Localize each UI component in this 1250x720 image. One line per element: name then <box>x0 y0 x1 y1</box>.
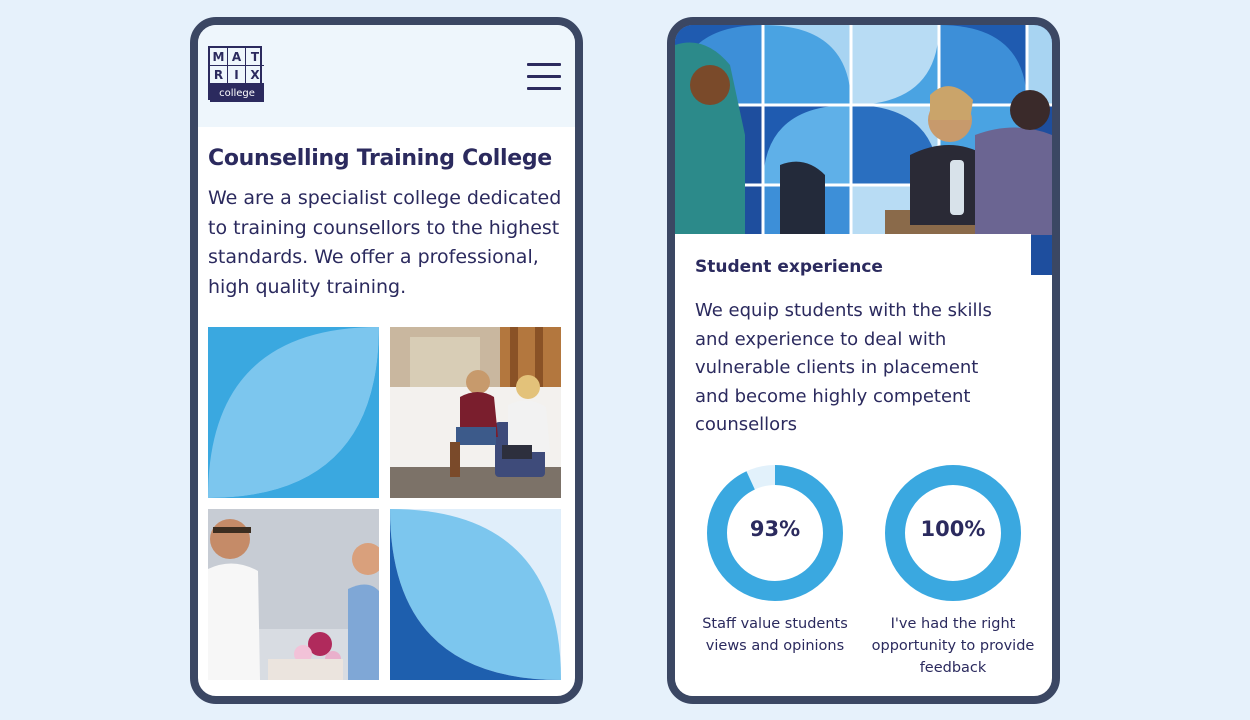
stat-card: 100% I've had the right opportunity to p… <box>863 463 1043 679</box>
stat-card: 93% Staff value students views and opini… <box>685 463 865 657</box>
blue-leaf-pattern-tile <box>208 327 379 498</box>
logo-letter: M <box>210 48 228 66</box>
logo-letter: I <box>228 66 246 84</box>
section-title: Student experience <box>695 257 883 277</box>
logo-letter: R <box>210 66 228 84</box>
phone-frame-left: M A T R I X college Counselling Training… <box>190 17 583 704</box>
stat-label: I've had the right opportunity to provid… <box>871 616 1035 676</box>
stat-value: 93% <box>749 517 801 541</box>
stat-value: 100% <box>920 517 986 541</box>
page-title: Counselling Training College <box>208 146 552 171</box>
logo-letter: T <box>246 48 264 66</box>
logo-letter: A <box>228 48 246 66</box>
intro-text: We are a specialist college dedicated to… <box>208 187 562 298</box>
site-header: M A T R I X college <box>198 25 575 127</box>
hamburger-menu-icon[interactable] <box>527 63 561 91</box>
matrix-college-logo[interactable]: M A T R I X college <box>208 46 264 102</box>
section-intro: We equip students with the skills and ex… <box>695 300 992 435</box>
blue-leaf-pattern-tile <box>390 509 561 680</box>
phone-frame-right: Student experience We equip students wit… <box>667 17 1060 704</box>
photo-two-women-talking <box>390 327 561 498</box>
photo-two-men-talking <box>208 509 379 680</box>
logo-letter: X <box>246 66 264 84</box>
logo-word: college <box>210 84 264 102</box>
stat-label: Staff value students views and opinions <box>702 616 848 654</box>
